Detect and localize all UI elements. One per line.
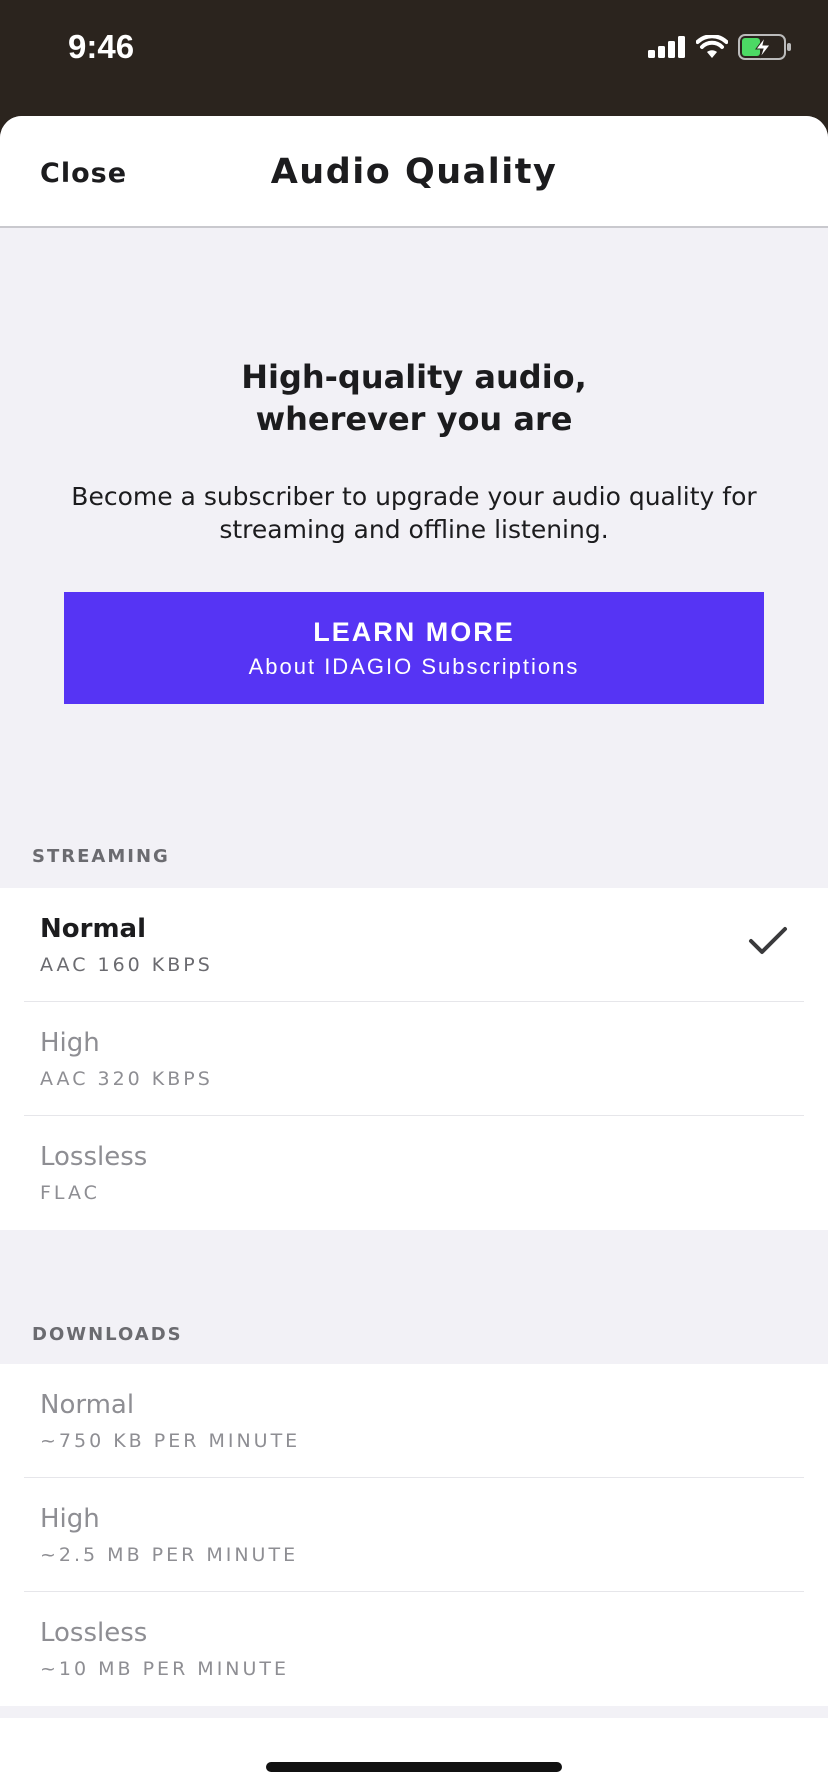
battery-charging-icon [738,34,791,60]
learn-more-label: LEARN MORE [313,616,515,647]
downloads-section-header: DOWNLOADS [32,1324,183,1345]
promo-description: Become a subscriber to upgrade your audi… [71,482,757,544]
subscription-promo: High-quality audio, wherever you are Bec… [0,228,828,704]
learn-more-sublabel: About IDAGIO Subscriptions [248,653,580,679]
status-bar: 9:46 [0,0,828,116]
option-subtitle: ~2.5 MB PER MINUTE [40,1544,299,1566]
promo-title-line-1: High-quality audio, [241,358,587,396]
wifi-icon [696,35,728,58]
streaming-option-normal[interactable]: Normal AAC 160 KBPS [0,888,828,1002]
navigation-bar: Close Audio Quality [0,116,828,228]
streaming-option-high[interactable]: High AAC 320 KBPS [0,1002,828,1116]
page-title: Audio Quality [270,152,558,192]
home-indicator[interactable] [266,1762,562,1772]
option-subtitle: ~750 KB PER MINUTE [40,1430,301,1452]
checkmark-icon [749,927,787,954]
status-icons [648,34,792,60]
option-title: Lossless [40,1618,148,1648]
option-subtitle: AAC 320 KBPS [40,1068,213,1090]
downloads-quality-list: Normal ~750 KB PER MINUTE High ~2.5 MB P… [0,1364,828,1706]
option-title: Normal [40,1390,135,1420]
learn-more-button[interactable]: LEARN MORE About IDAGIO Subscriptions [64,592,764,704]
option-title: High [40,1028,100,1058]
status-time: 9:46 [68,28,135,65]
download-option-normal[interactable]: Normal ~750 KB PER MINUTE [0,1364,828,1478]
option-subtitle: ~10 MB PER MINUTE [40,1658,290,1680]
download-option-lossless[interactable]: Lossless ~10 MB PER MINUTE [0,1592,828,1706]
promo-title: High-quality audio, wherever you are [164,356,664,440]
bottom-safe-area [0,1718,828,1792]
cellular-signal-icon [648,36,685,58]
option-subtitle: FLAC [40,1182,100,1204]
streaming-quality-list: Normal AAC 160 KBPS High AAC 320 KBPS Lo… [0,888,828,1230]
streaming-option-lossless[interactable]: Lossless FLAC [0,1116,828,1230]
option-title: High [40,1504,100,1534]
audio-quality-sheet: Close Audio Quality High-quality audio, … [0,116,828,1792]
download-option-high[interactable]: High ~2.5 MB PER MINUTE [0,1478,828,1592]
streaming-section-header: STREAMING [32,846,170,867]
option-title: Normal [40,914,146,944]
promo-title-line-2: wherever you are [255,400,573,438]
option-title: Lossless [40,1142,148,1172]
option-subtitle: AAC 160 KBPS [40,954,213,976]
